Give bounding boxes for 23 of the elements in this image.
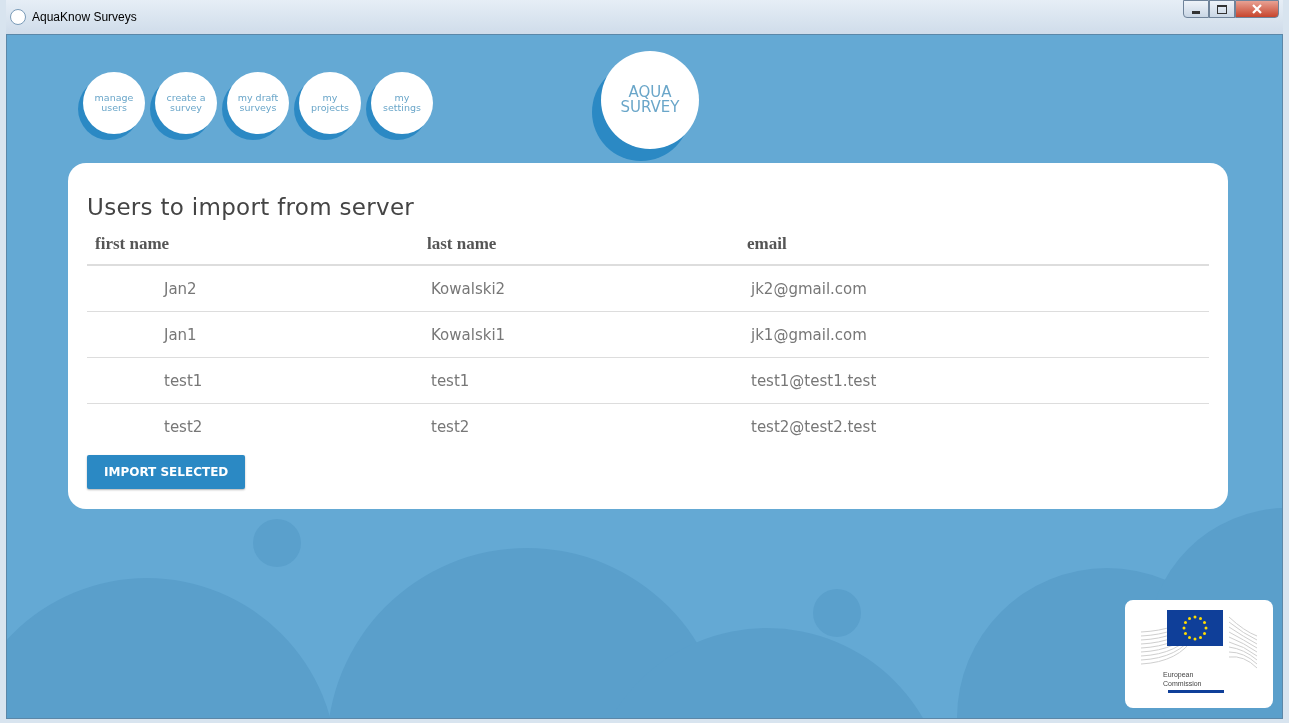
table-cell: Kowalski1	[431, 325, 506, 344]
table-cell: test1@test1.test	[751, 371, 877, 390]
maximize-button[interactable]	[1209, 0, 1235, 18]
table-cell: Kowalski2	[431, 279, 506, 298]
table-cell: Jan2	[164, 279, 197, 298]
table-cell: test1	[431, 371, 470, 390]
table-cell: test2@test2.test	[751, 417, 877, 436]
table-cell: jk1@gmail.com	[751, 325, 867, 344]
panel-title: Users to import from server	[87, 194, 416, 220]
table-cell: test1	[164, 371, 203, 390]
column-header: email	[746, 234, 788, 254]
column-header: first name	[94, 234, 171, 254]
column-header: last name	[426, 234, 498, 254]
table-cell: test2	[164, 417, 203, 436]
window-title: AquaKnow Surveys	[32, 10, 137, 24]
close-icon	[1251, 4, 1263, 14]
import-button[interactable]: IMPORT SELECTED	[87, 455, 246, 489]
table-cell: jk2@gmail.com	[751, 279, 867, 298]
minimize-button[interactable]	[1183, 0, 1209, 18]
table-cell: Jan1	[164, 325, 197, 344]
table-cell: test2	[431, 417, 470, 436]
close-button[interactable]	[1235, 0, 1279, 18]
app-icon	[10, 9, 26, 25]
